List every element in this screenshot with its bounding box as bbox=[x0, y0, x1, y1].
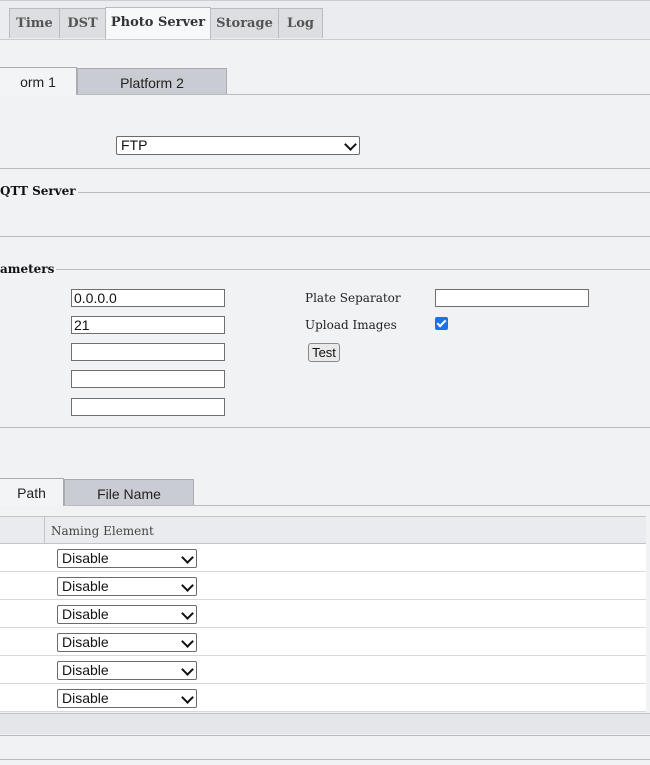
divider bbox=[0, 427, 650, 428]
chevron-down-icon bbox=[181, 579, 194, 592]
naming-element-select[interactable]: Disable bbox=[57, 549, 197, 568]
path-tabs-underline bbox=[64, 505, 650, 506]
tab-photo-server[interactable]: Photo Server bbox=[105, 7, 211, 39]
naming-table-header: Naming Element bbox=[0, 516, 646, 544]
upload-images-label: Upload Images bbox=[305, 318, 397, 332]
tab-time[interactable]: Time bbox=[9, 8, 60, 38]
naming-element-header: Naming Element bbox=[51, 524, 154, 538]
tab-platform-1[interactable]: orm 1 bbox=[0, 67, 77, 95]
naming-element-select[interactable]: Disable bbox=[57, 661, 197, 680]
tab-path[interactable]: Path bbox=[0, 478, 64, 506]
top-nav-bar: Time DST Photo Server Storage Log bbox=[0, 0, 650, 40]
test-button[interactable]: Test bbox=[308, 343, 340, 362]
table-row: Disable bbox=[0, 628, 646, 656]
tab-storage[interactable]: Storage bbox=[210, 8, 279, 38]
password-input[interactable] bbox=[71, 370, 225, 388]
divider bbox=[0, 735, 650, 736]
params-group-line bbox=[0, 269, 650, 270]
table-row: Disable bbox=[0, 656, 646, 684]
naming-element-value: Disable bbox=[62, 662, 109, 678]
column-divider bbox=[44, 517, 45, 544]
chevron-down-icon bbox=[181, 663, 194, 676]
tab-platform-2[interactable]: Platform 2 bbox=[77, 68, 227, 95]
divider bbox=[0, 236, 650, 237]
table-row: Disable bbox=[0, 684, 646, 712]
protocol-select[interactable]: FTP bbox=[116, 136, 360, 155]
chevron-down-icon bbox=[181, 635, 194, 648]
mqtt-server-group-title: QTT Server bbox=[0, 184, 78, 198]
naming-element-select[interactable]: Disable bbox=[57, 689, 197, 708]
mqtt-group-line bbox=[0, 192, 650, 193]
parameters-group-title: ameters bbox=[0, 262, 57, 276]
table-footer bbox=[0, 713, 650, 734]
table-row: Disable bbox=[0, 600, 646, 628]
naming-element-select[interactable]: Disable bbox=[57, 605, 197, 624]
naming-element-select[interactable]: Disable bbox=[57, 633, 197, 652]
chevron-down-icon bbox=[181, 551, 194, 564]
divider bbox=[0, 759, 650, 760]
tab-log[interactable]: Log bbox=[278, 8, 323, 38]
upload-images-checkbox[interactable] bbox=[435, 317, 448, 330]
platform-tabs-underline bbox=[77, 94, 650, 95]
naming-element-value: Disable bbox=[62, 690, 109, 706]
port-input[interactable]: 21 bbox=[71, 316, 225, 334]
table-row: Disable bbox=[0, 544, 646, 572]
chevron-down-icon bbox=[181, 691, 194, 704]
naming-element-value: Disable bbox=[62, 634, 109, 650]
naming-element-value: Disable bbox=[62, 606, 109, 622]
plate-separator-input[interactable] bbox=[435, 289, 589, 307]
plate-separator-label: Plate Separator bbox=[305, 291, 401, 305]
naming-element-value: Disable bbox=[62, 550, 109, 566]
naming-element-select[interactable]: Disable bbox=[57, 577, 197, 596]
naming-element-value: Disable bbox=[62, 578, 109, 594]
server-address-input[interactable]: 0.0.0.0 bbox=[71, 289, 225, 307]
tab-dst[interactable]: DST bbox=[59, 8, 106, 38]
path-input[interactable] bbox=[71, 398, 225, 416]
chevron-down-icon bbox=[344, 138, 357, 151]
protocol-select-value: FTP bbox=[121, 137, 148, 153]
chevron-down-icon bbox=[181, 607, 194, 620]
username-input[interactable] bbox=[71, 343, 225, 361]
divider bbox=[0, 168, 650, 169]
tab-file-name[interactable]: File Name bbox=[64, 479, 194, 506]
table-row: Disable bbox=[0, 572, 646, 600]
